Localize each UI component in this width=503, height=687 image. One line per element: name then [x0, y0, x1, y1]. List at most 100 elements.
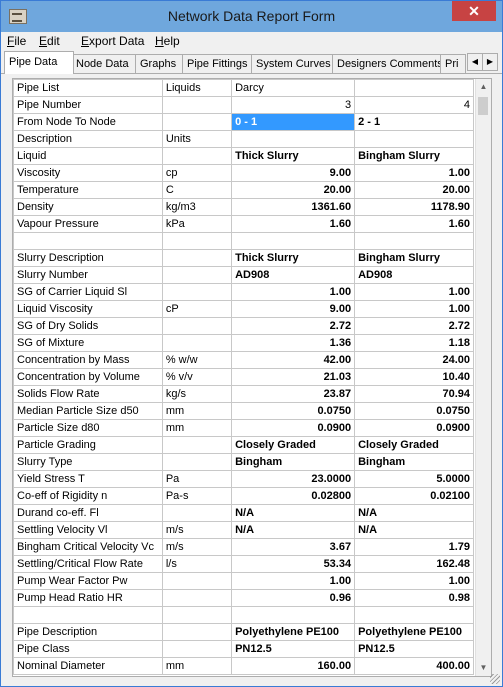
- pipe-3-value[interactable]: Thick Slurry: [231, 147, 356, 165]
- pipe-3-value[interactable]: N/A: [231, 521, 356, 539]
- pipe-4-value[interactable]: 4: [354, 96, 474, 114]
- pipe-4-value[interactable]: 1.00: [354, 572, 474, 590]
- pipe-3-value[interactable]: PN12.5: [231, 640, 356, 658]
- pipe-3-value[interactable]: 0 - 1: [231, 113, 356, 131]
- table-row: From Node To Node 0 - 12 - 1: [13, 113, 474, 131]
- tab-node-data[interactable]: Node Data: [71, 54, 139, 73]
- close-button[interactable]: ✕: [452, 1, 496, 21]
- menu-export-data[interactable]: Export Data: [81, 34, 144, 48]
- pipe-3-value[interactable]: AD908: [231, 266, 356, 284]
- pipe-3-value[interactable]: [231, 232, 356, 250]
- pipe-4-value[interactable]: Closely Graded: [354, 436, 474, 454]
- pipe-3-value[interactable]: 0.0900: [231, 419, 356, 437]
- tab-scroll-left-button[interactable]: ◀: [467, 53, 483, 71]
- pipe-4-value[interactable]: Bingham: [354, 453, 474, 471]
- pipe-3-value[interactable]: 0.02800: [231, 487, 356, 505]
- pipe-3-value[interactable]: Bingham: [231, 453, 356, 471]
- pipe-4-value[interactable]: 1.00: [354, 164, 474, 182]
- pipe-3-value[interactable]: N/A: [231, 504, 356, 522]
- pipe-4-value[interactable]: [354, 232, 474, 250]
- pipe-3-value[interactable]: Polyethylene PE100: [231, 623, 356, 641]
- pipe-3-value[interactable]: 21.03: [231, 368, 356, 386]
- tab-system-curves[interactable]: System Curves: [251, 54, 337, 73]
- pipe-3-value[interactable]: 1.36: [231, 334, 356, 352]
- pipe-3-value[interactable]: 53.34: [231, 555, 356, 573]
- pipe-4-value[interactable]: [354, 606, 474, 624]
- pipe-4-value[interactable]: 10.40: [354, 368, 474, 386]
- pipe-3-value[interactable]: 3: [231, 96, 356, 114]
- pipe-3-value[interactable]: 20.00: [231, 181, 356, 199]
- vertical-scrollbar[interactable]: ▲ ▼: [475, 79, 491, 676]
- resize-grip[interactable]: [490, 674, 500, 684]
- title-bar[interactable]: Network Data Report Form ✕: [1, 1, 502, 32]
- pipe-4-value[interactable]: PN12.5: [354, 640, 474, 658]
- pipe-4-value[interactable]: Polyethylene PE100: [354, 623, 474, 641]
- pipe-4-value[interactable]: 400.00: [354, 657, 474, 675]
- pipe-3-value[interactable]: 1361.60: [231, 198, 356, 216]
- pipe-3-value[interactable]: [231, 130, 356, 148]
- row-unit: l/s: [161, 555, 233, 573]
- pipe-4-value[interactable]: 24.00: [354, 351, 474, 369]
- pipe-4-value[interactable]: N/A: [354, 521, 474, 539]
- pipe-4-value[interactable]: 0.02100: [354, 487, 474, 505]
- pipe-3-value[interactable]: [231, 606, 356, 624]
- scroll-up-icon[interactable]: ▲: [476, 79, 491, 95]
- pipe-3-value[interactable]: 1.00: [231, 572, 356, 590]
- pipe-3-value[interactable]: 160.00: [231, 657, 356, 675]
- pipe-4-value[interactable]: 2 - 1: [354, 113, 474, 131]
- pipe-3-value[interactable]: 23.0000: [231, 470, 356, 488]
- menu-edit[interactable]: Edit: [39, 34, 60, 48]
- pipe-4-value[interactable]: Bingham Slurry: [354, 147, 474, 165]
- tab-designers-comments[interactable]: Designers Comments: [332, 54, 445, 73]
- pipe-3-value[interactable]: 0.96: [231, 589, 356, 607]
- pipe-data-grid[interactable]: Pipe List Liquids Darcy Pipe Number 3 4 From N…: [12, 78, 492, 677]
- tab-print[interactable]: Pri: [440, 54, 466, 73]
- tab-graphs[interactable]: Graphs: [135, 54, 186, 73]
- pipe-4-value[interactable]: 0.98: [354, 589, 474, 607]
- pipe-3-value[interactable]: 3.67: [231, 538, 356, 556]
- pipe-4-value[interactable]: 1.18: [354, 334, 474, 352]
- pipe-4-value[interactable]: [354, 79, 474, 97]
- pipe-3-value[interactable]: 1.60: [231, 215, 356, 233]
- menu-help[interactable]: Help: [155, 34, 180, 48]
- scroll-down-icon[interactable]: ▼: [476, 660, 491, 676]
- pipe-4-value[interactable]: 5.0000: [354, 470, 474, 488]
- pipe-4-value[interactable]: 0.0900: [354, 419, 474, 437]
- table-row: Density kg/m3 1361.60 1178.90: [13, 198, 474, 216]
- pipe-3-value[interactable]: 42.00: [231, 351, 356, 369]
- row-unit: [161, 317, 233, 335]
- menu-file[interactable]: File: [7, 34, 26, 48]
- pipe-4-value[interactable]: Bingham Slurry: [354, 249, 474, 267]
- pipe-4-value[interactable]: 1.60: [354, 215, 474, 233]
- pipe-4-value[interactable]: 1.79: [354, 538, 474, 556]
- row-label: Vapour Pressure: [13, 215, 163, 233]
- pipe-4-value[interactable]: AD908: [354, 266, 474, 284]
- pipe-3-value[interactable]: 1.00: [231, 283, 356, 301]
- pipe-4-value[interactable]: N/A: [354, 504, 474, 522]
- pipe-4-value[interactable]: 70.94: [354, 385, 474, 403]
- pipe-4-value[interactable]: 2.72: [354, 317, 474, 335]
- pipe-4-value[interactable]: 1.00: [354, 283, 474, 301]
- row-unit: [161, 589, 233, 607]
- scroll-thumb[interactable]: [478, 97, 488, 115]
- pipe-3-value[interactable]: Darcy: [231, 79, 356, 97]
- tab-scroll-right-button[interactable]: ▶: [482, 53, 498, 71]
- pipe-3-value[interactable]: 9.00: [231, 300, 356, 318]
- pipe-data-table: Pipe List Liquids Darcy Pipe Number 3 4 From N…: [13, 79, 474, 675]
- pipe-4-value[interactable]: 1.00: [354, 300, 474, 318]
- tab-pipe-fittings[interactable]: Pipe Fittings: [182, 54, 256, 73]
- row-unit: Pa-s: [161, 487, 233, 505]
- pipe-3-value[interactable]: 2.72: [231, 317, 356, 335]
- pipe-4-value[interactable]: 1178.90: [354, 198, 474, 216]
- pipe-4-value[interactable]: 20.00: [354, 181, 474, 199]
- pipe-4-value[interactable]: 162.48: [354, 555, 474, 573]
- tab-pipe-data[interactable]: Pipe Data: [4, 51, 74, 74]
- pipe-4-value[interactable]: 0.0750: [354, 402, 474, 420]
- pipe-3-value[interactable]: 23.87: [231, 385, 356, 403]
- pipe-3-value[interactable]: 0.0750: [231, 402, 356, 420]
- pipe-4-value[interactable]: [354, 130, 474, 148]
- pipe-3-value[interactable]: Thick Slurry: [231, 249, 356, 267]
- pipe-3-value[interactable]: Closely Graded: [231, 436, 356, 454]
- row-unit: [161, 453, 233, 471]
- pipe-3-value[interactable]: 9.00: [231, 164, 356, 182]
